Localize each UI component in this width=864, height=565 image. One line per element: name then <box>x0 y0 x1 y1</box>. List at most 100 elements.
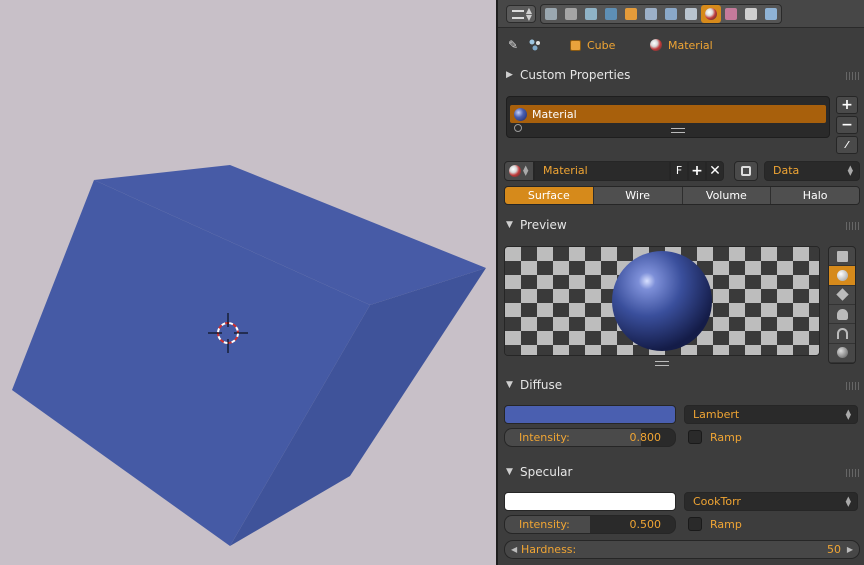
material-slot-item[interactable]: Material <box>510 105 826 123</box>
slot-specials-button[interactable]: ⁄ <box>836 136 858 154</box>
preview-shape-cube-button[interactable] <box>829 286 855 305</box>
specular-shader-value: CookTorr <box>693 495 741 508</box>
breadcrumb-material[interactable]: Material <box>650 38 713 52</box>
context-tab-object-data[interactable] <box>681 5 701 23</box>
specular-panel-header[interactable]: ▼ Specular <box>506 463 572 481</box>
world-icon <box>605 8 617 20</box>
preview-panel-header[interactable]: ▼ Preview <box>506 216 567 234</box>
context-tab-physics[interactable] <box>761 5 781 23</box>
texture-icon <box>725 8 737 20</box>
specular-label: Specular <box>520 465 573 479</box>
context-tab-object[interactable] <box>621 5 641 23</box>
list-resize-handle[interactable] <box>671 128 685 133</box>
preview-resize-handle[interactable] <box>655 361 669 366</box>
material-preview <box>504 246 820 356</box>
tab-volume[interactable]: Volume <box>682 187 772 204</box>
preview-shape-buttons <box>828 246 856 364</box>
pin-icon[interactable]: ✎ <box>508 38 522 52</box>
context-tab-render-layers[interactable] <box>561 5 581 23</box>
context-tab-render[interactable] <box>541 5 561 23</box>
link-type-dropdown[interactable]: Data ▲ ▼ <box>764 161 860 181</box>
chevron-left-icon[interactable]: ◀ <box>511 545 517 554</box>
particles-icon <box>745 8 757 20</box>
specular-intensity-slider[interactable]: Intensity: 0.500 <box>504 515 676 534</box>
diffuse-intensity-value: 0.800 <box>629 431 662 444</box>
modifiers-icon <box>665 8 677 20</box>
preview-sphere <box>612 251 712 351</box>
render-layers-icon <box>565 8 577 20</box>
diffuse-panel-header[interactable]: ▼ Diffuse <box>506 376 562 394</box>
material-slot-label: Material <box>532 107 577 121</box>
material-slot-list[interactable]: Material <box>506 96 830 138</box>
panel-drag-handle[interactable] <box>846 469 860 477</box>
preview-shape-world-sphere-button[interactable] <box>829 344 855 363</box>
preview-shape-flat-button[interactable] <box>829 247 855 267</box>
diffuse-shader-dropdown[interactable]: Lambert ▲ ▼ <box>684 405 858 424</box>
expanded-triangle-icon: ▼ <box>506 467 513 477</box>
hair-icon <box>836 327 848 339</box>
custom-properties-panel-header[interactable]: ▶ Custom Properties <box>506 66 630 84</box>
preview-shape-sphere-button[interactable] <box>829 266 855 286</box>
cube-icon <box>835 288 849 302</box>
panel-drag-handle[interactable] <box>846 382 860 390</box>
material-type-tabs: Surface Wire Volume Halo <box>504 186 860 205</box>
diffuse-intensity-label: Intensity: <box>519 431 570 444</box>
cube-icon <box>570 39 581 51</box>
context-tab-texture[interactable] <box>721 5 741 23</box>
diffuse-color-swatch[interactable] <box>504 405 676 424</box>
collapsed-triangle-icon: ▶ <box>506 70 513 80</box>
new-material-button[interactable]: + <box>688 161 706 181</box>
tab-wire[interactable]: Wire <box>593 187 683 204</box>
flat-icon <box>836 250 848 262</box>
chevron-updown-icon: ▲ ▼ <box>525 6 532 22</box>
specular-hardness-field[interactable]: ◀ Hardness: 50 ▶ <box>504 540 860 559</box>
preview-label: Preview <box>520 218 567 232</box>
context-tabs <box>540 4 782 24</box>
diffuse-ramp-checkbox[interactable] <box>688 430 702 444</box>
fake-user-button[interactable]: F <box>670 161 688 181</box>
chevron-updown-icon: ▲ ▼ <box>523 164 529 177</box>
tab-halo[interactable]: Halo <box>771 187 859 204</box>
diffuse-shader-value: Lambert <box>693 408 740 421</box>
panel-drag-handle[interactable] <box>846 72 860 80</box>
link-toggle-button[interactable] <box>734 161 758 181</box>
chevron-updown-icon: ▲ ▼ <box>845 495 851 508</box>
remove-slot-button[interactable]: − <box>836 116 858 134</box>
breadcrumb-material-label: Material <box>668 38 713 52</box>
physics-icon <box>765 8 777 20</box>
specular-color-swatch[interactable] <box>504 492 676 511</box>
unlink-material-button[interactable]: ✕ <box>706 161 724 181</box>
diffuse-intensity-slider[interactable]: Intensity: 0.800 <box>504 428 676 447</box>
context-tab-particles[interactable] <box>741 5 761 23</box>
breadcrumb-object-label: Cube <box>587 38 616 52</box>
add-slot-button[interactable]: + <box>836 96 858 114</box>
breadcrumb-object[interactable]: Cube <box>570 38 615 52</box>
specular-ramp-checkbox[interactable] <box>688 517 702 531</box>
context-tab-constraints[interactable] <box>641 5 661 23</box>
specular-intensity-value: 0.500 <box>629 518 662 531</box>
3d-viewport[interactable] <box>0 0 496 565</box>
preview-shape-monkey-button[interactable] <box>829 305 855 325</box>
context-tab-modifiers[interactable] <box>661 5 681 23</box>
editor-type-button[interactable]: ▲ ▼ <box>506 5 536 23</box>
preview-shape-hair-button[interactable] <box>829 324 855 344</box>
slot-filter-icon[interactable] <box>514 124 522 132</box>
properties-editor: ▲ ▼ ✎ Cube Material ▶ Custom Properties M… <box>498 0 864 565</box>
context-tab-world[interactable] <box>601 5 621 23</box>
browse-material-button[interactable]: ▲ ▼ <box>504 161 534 181</box>
panel-drag-handle[interactable] <box>846 222 860 230</box>
context-tab-material[interactable] <box>701 5 721 23</box>
tab-surface[interactable]: Surface <box>505 187 594 204</box>
breadcrumb: ✎ Cube Material <box>498 34 864 56</box>
scene-icon <box>585 8 597 20</box>
context-tab-scene[interactable] <box>581 5 601 23</box>
hardness-value: 50 <box>827 543 841 556</box>
material-name-field[interactable]: Material <box>534 161 670 181</box>
constraints-icon <box>645 8 657 20</box>
chevron-right-icon[interactable]: ▶ <box>847 545 853 554</box>
material-sphere-icon <box>514 107 527 121</box>
diffuse-label: Diffuse <box>520 378 563 392</box>
expanded-triangle-icon: ▼ <box>506 380 513 390</box>
specular-shader-dropdown[interactable]: CookTorr ▲ ▼ <box>684 492 858 511</box>
sphere-icon <box>836 269 848 281</box>
